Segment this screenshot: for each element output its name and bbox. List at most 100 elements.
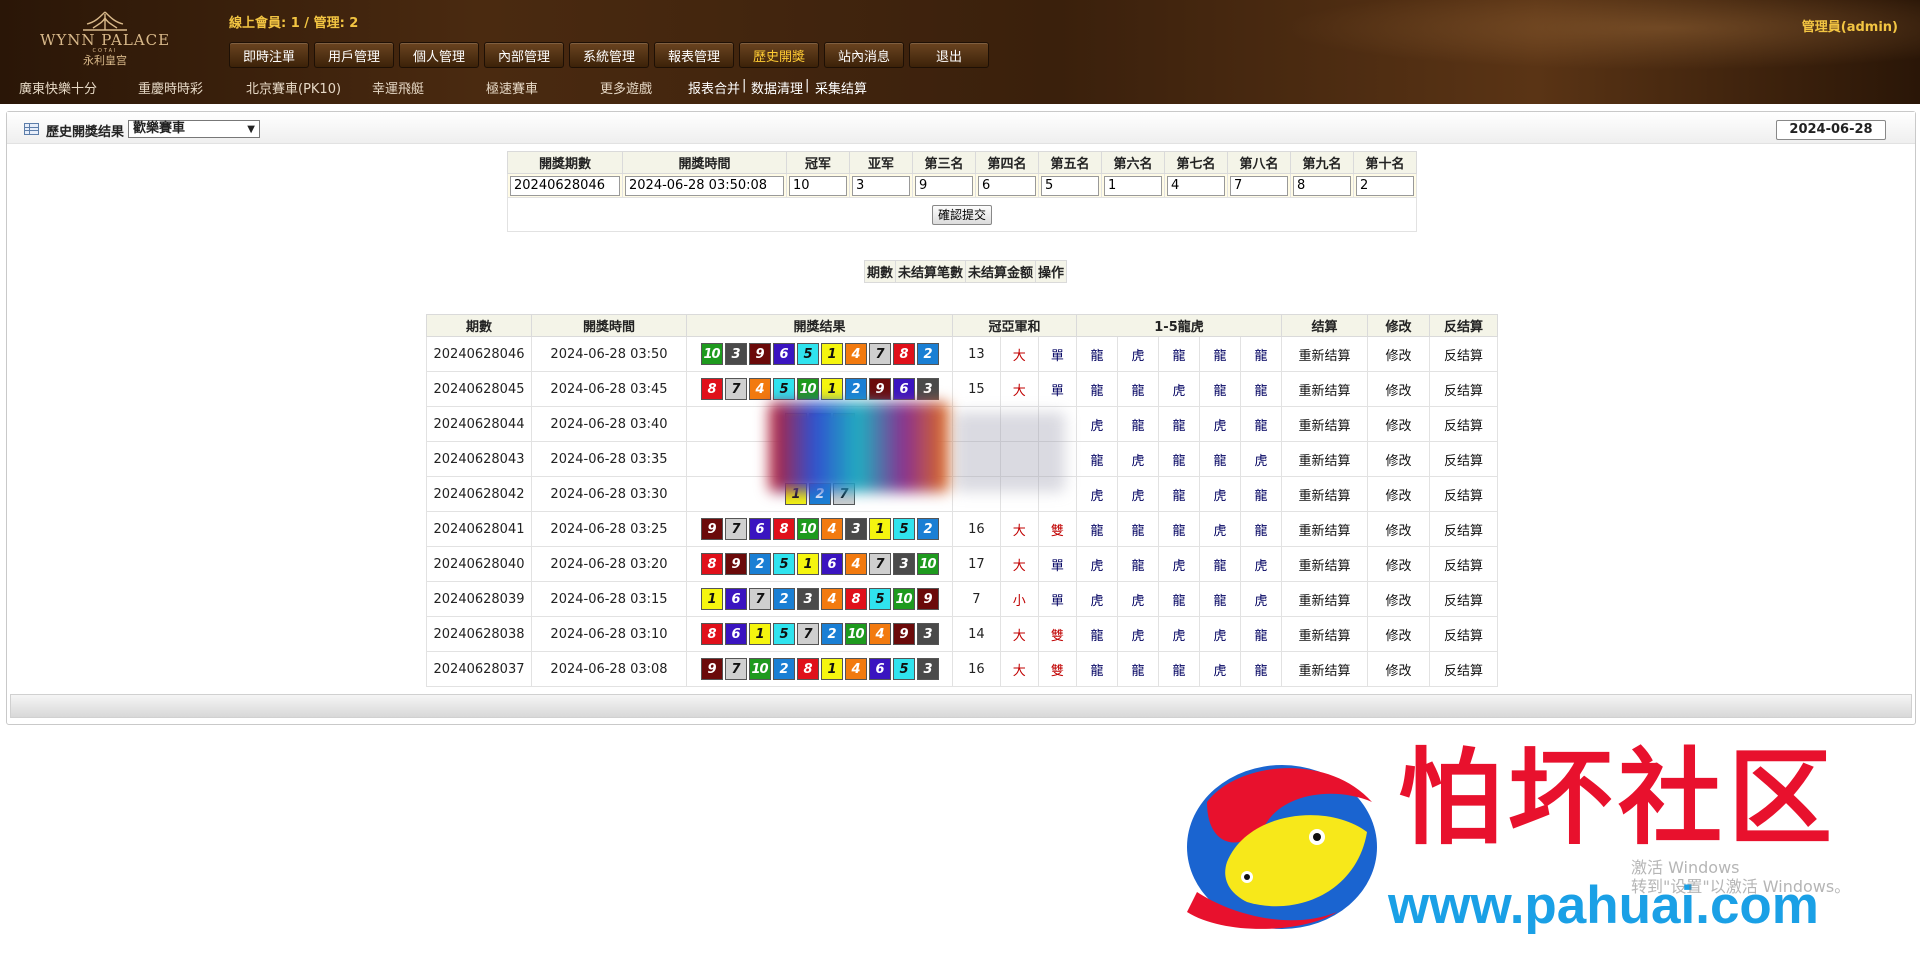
resettle-link[interactable]: 重新结算: [1281, 476, 1368, 512]
header-glow: [1280, 0, 1920, 70]
time-input[interactable]: [625, 175, 784, 196]
result-balls: 10 3 9 6 5 1 4 7 8 2: [687, 343, 952, 365]
resettle-link[interactable]: 重新结算: [1281, 616, 1368, 652]
resettle-link[interactable]: 重新结算: [1281, 371, 1368, 407]
nav-messages[interactable]: 站內消息: [824, 42, 904, 68]
unsettle-link[interactable]: 反结算: [1429, 511, 1498, 547]
modify-link[interactable]: 修改: [1367, 371, 1430, 407]
sum-parity-cell: 雙: [1037, 651, 1078, 687]
result-ball: 1: [700, 588, 723, 610]
result-ball: 9: [892, 623, 915, 645]
rank-7-input[interactable]: [1167, 175, 1225, 196]
game-link-cq-ssc[interactable]: 重慶時時彩: [138, 78, 203, 97]
issue-input[interactable]: [510, 175, 620, 196]
tool-data-cleanup[interactable]: 数据清理: [751, 78, 803, 97]
rank-5-input[interactable]: [1041, 175, 1099, 196]
table-icon: [24, 123, 39, 135]
game-select[interactable]: 歡樂賽車 ▼: [128, 120, 260, 138]
game-link-gd-happy10[interactable]: 廣東快樂十分: [19, 78, 97, 97]
resettle-link[interactable]: 重新结算: [1281, 511, 1368, 547]
tool-collect-settle[interactable]: 采集结算: [815, 78, 867, 97]
game-subnav: 廣東快樂十分 重慶時時彩 北京賽車(PK10) 幸運飛艇 極速賽車 更多遊戲 报…: [0, 76, 1920, 100]
result-ball: 8: [700, 378, 723, 400]
time-cell: 2024-06-28 03:40: [531, 406, 687, 442]
result-ball: 3: [796, 588, 819, 610]
rank-4-input[interactable]: [978, 175, 1036, 196]
result-ball: 10: [700, 343, 723, 365]
result-ball: 4: [820, 518, 843, 540]
rank-8-input[interactable]: [1230, 175, 1288, 196]
chevron-down-icon: ▼: [247, 124, 255, 135]
table-row: 20240628046 2024-06-28 03:50 10 3 9 6 5 1 4 7 8 2 13…: [426, 336, 1498, 372]
modify-link[interactable]: 修改: [1367, 651, 1430, 687]
unsettle-link[interactable]: 反结算: [1429, 651, 1498, 687]
modify-link[interactable]: 修改: [1367, 406, 1430, 442]
unsettle-link[interactable]: 反结算: [1429, 476, 1498, 512]
dragon-tiger-cell: 虎: [1240, 546, 1282, 582]
resettle-link[interactable]: 重新结算: [1281, 441, 1368, 477]
nav-system[interactable]: 系統管理: [569, 42, 649, 68]
nav-reports[interactable]: 報表管理: [654, 42, 734, 68]
unsettle-link[interactable]: 反结算: [1429, 441, 1498, 477]
unsettle-link[interactable]: 反结算: [1429, 406, 1498, 442]
result-ball: 9: [916, 588, 939, 610]
watermark-title: 怕坏社区: [1398, 737, 1839, 859]
col-unsettled-amount: 未结算金额: [965, 260, 1037, 283]
resettle-link[interactable]: 重新结算: [1281, 651, 1368, 687]
modify-link[interactable]: 修改: [1367, 616, 1430, 652]
modify-link[interactable]: 修改: [1367, 336, 1430, 372]
resettle-link[interactable]: 重新结算: [1281, 581, 1368, 617]
admin-user[interactable]: 管理員(admin): [1802, 16, 1898, 35]
resettle-link[interactable]: 重新结算: [1281, 336, 1368, 372]
issue-cell: 20240628039: [426, 581, 532, 617]
dragon-tiger-cell: 虎: [1158, 371, 1200, 407]
nav-logout[interactable]: 退出: [909, 42, 989, 68]
col-dragon-tiger: 1-5龍虎: [1076, 314, 1282, 337]
resettle-link[interactable]: 重新结算: [1281, 406, 1368, 442]
nav-internal[interactable]: 內部管理: [484, 42, 564, 68]
modify-link[interactable]: 修改: [1367, 476, 1430, 512]
game-link-bj-pk10[interactable]: 北京賽車(PK10): [246, 78, 341, 97]
unsettle-link[interactable]: 反结算: [1429, 616, 1498, 652]
game-link-speed-racing[interactable]: 極速賽車: [486, 78, 538, 97]
modify-link[interactable]: 修改: [1367, 581, 1430, 617]
game-link-lucky-airship[interactable]: 幸運飛艇: [372, 78, 424, 97]
result-ball: 7: [724, 378, 747, 400]
dragon-tiger-cell: 龍: [1117, 371, 1159, 407]
nav-user-management[interactable]: 用戶管理: [314, 42, 394, 68]
history-panel: 歷史開獎结果 歡樂賽車 ▼ 2024-06-28 開獎期數 開獎時間 冠军 亚军…: [6, 111, 1916, 725]
unsettle-link[interactable]: 反结算: [1429, 371, 1498, 407]
table-row: 20240628037 2024-06-28 03:08 9 7 10 2 8 1 4 6 5 3 16…: [426, 651, 1498, 687]
dragon-tiger-cell: 龍: [1199, 441, 1241, 477]
result-ball: 9: [748, 343, 771, 365]
game-link-more[interactable]: 更多遊戲: [600, 78, 652, 97]
rank-6-input[interactable]: [1104, 175, 1162, 196]
modify-link[interactable]: 修改: [1367, 441, 1430, 477]
result-ball: 6: [748, 518, 771, 540]
rank-1-input[interactable]: [789, 175, 847, 196]
confirm-submit-button[interactable]: 確認提交: [931, 204, 992, 225]
rank-10-input[interactable]: [1356, 175, 1414, 196]
tool-report-merge[interactable]: 报表合并: [688, 78, 740, 97]
unsettle-link[interactable]: 反结算: [1429, 581, 1498, 617]
result-ball: 10: [916, 553, 939, 575]
nav-live-bets[interactable]: 即時注單: [229, 42, 309, 68]
unsettle-link[interactable]: 反结算: [1429, 546, 1498, 582]
modify-link[interactable]: 修改: [1367, 511, 1430, 547]
resettle-link[interactable]: 重新结算: [1281, 546, 1368, 582]
unsettle-link[interactable]: 反结算: [1429, 336, 1498, 372]
time-cell: 2024-06-28 03:10: [531, 616, 687, 652]
dragon-tiger-cell: 龍: [1076, 651, 1118, 687]
dragon-tiger-cell: 龍: [1240, 406, 1282, 442]
rank-9-input[interactable]: [1293, 175, 1351, 196]
dragon-tiger-cell: 龍: [1199, 581, 1241, 617]
rank-3-input[interactable]: [915, 175, 973, 196]
rank-2-input[interactable]: [852, 175, 910, 196]
nav-personal[interactable]: 個人管理: [399, 42, 479, 68]
nav-history-draws[interactable]: 歷史開獎: [739, 42, 819, 68]
date-picker[interactable]: 2024-06-28: [1776, 120, 1886, 140]
result-ball: 8: [700, 553, 723, 575]
wynn-palace-logo[interactable]: WYNN PALACE COTAI 永利皇宫: [30, 10, 180, 72]
windows-activation-line2: 转到"设置"以激活 Windows。: [1631, 877, 1851, 896]
modify-link[interactable]: 修改: [1367, 546, 1430, 582]
